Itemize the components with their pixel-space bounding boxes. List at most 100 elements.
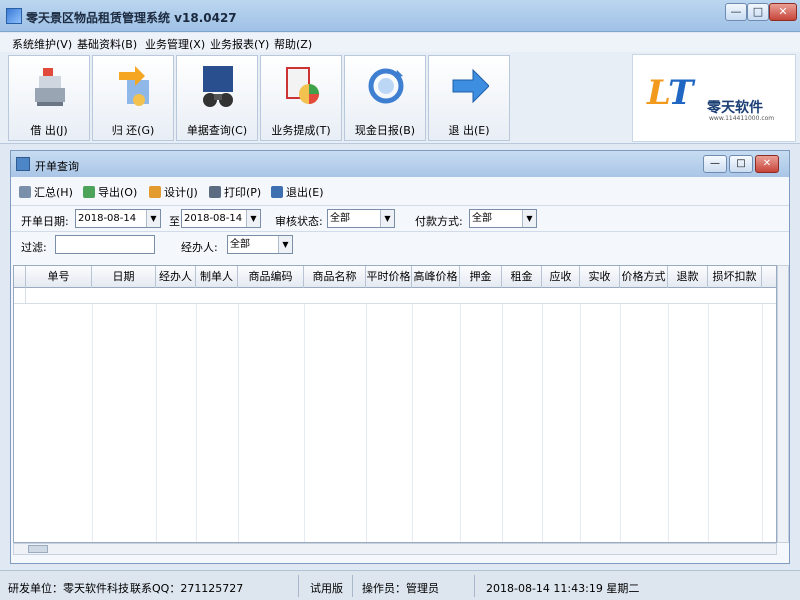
main-toolbar: 借 出(J) 归 还(G) 单据查询(C) 业务提成(T) 现金日报(B) 退 … [0,52,800,144]
grid-divider [542,304,543,542]
to-label: 至 [169,215,180,228]
design-button[interactable]: 设计(J) [149,184,198,200]
toolbar-lend-label: 借 出(J) [30,124,68,137]
document-icon [16,157,30,171]
toolbar-lend-button[interactable]: 借 出(J) [8,55,90,141]
toolbar-daily-report-label: 现金日报(B) [354,124,416,137]
status-separator [352,575,353,597]
printer-icon [209,186,221,198]
binoculars-icon [203,66,233,107]
grid-divider [620,304,621,542]
status-bar: 研发单位：零天软件科技 联系QQ：271125727 试用版 操作员：管理员 2… [0,570,800,600]
menu-system[interactable]: 系统维护(V) [12,36,72,52]
date-label: 开单日期: [21,215,69,228]
toolbar-query-label: 单据查询(C) [186,124,248,137]
print-button[interactable]: 打印(P) [209,184,261,200]
brand-logo: LT 零天软件 www.114411000.com [632,54,796,142]
status-qq: 联系QQ：271125727 [130,582,244,595]
exit-icon [271,186,283,198]
horizontal-scrollbar[interactable] [13,543,777,555]
column-header[interactable]: 制单人 [196,266,238,288]
table-row[interactable] [14,288,776,304]
pie-chart-icon [286,67,319,104]
status-operator: 操作员：管理员 [362,582,439,595]
child-exit-button[interactable]: 退出(E) [271,184,324,200]
menu-business[interactable]: 业务管理(X) [145,36,205,52]
toolbar-daily-report-button[interactable]: 现金日报(B) [344,55,426,141]
sum-icon [19,186,31,198]
date-to-select[interactable]: 2018-08-14 ▼ [181,209,261,228]
chevron-down-icon: ▼ [522,210,536,227]
filter-row-1: 开单日期: 2018-08-14 ▼ 至 2018-08-14 ▼ 审核状态: 全部… [11,205,789,231]
grid-divider [238,304,239,542]
toolbar-return-button[interactable]: 归 还(G) [92,55,174,141]
status-edition: 试用版 [310,582,343,595]
minimize-button[interactable]: — [725,3,747,21]
column-header[interactable]: 租金 [502,266,542,288]
child-maximize-button[interactable]: □ [729,155,753,173]
toolbar-commission-label: 业务提成(T) [271,124,331,137]
status-separator [474,575,475,597]
row-indicator [14,288,26,304]
summary-button[interactable]: 汇总(H) [19,184,73,200]
export-icon [83,186,95,198]
date-from-select[interactable]: 2018-08-14 ▼ [75,209,161,228]
logo-name: 零天软件 [707,100,763,116]
column-header[interactable]: 商品名称 [304,266,366,288]
vertical-scrollbar[interactable] [777,265,789,543]
toolbar-exit-button[interactable]: 退 出(E) [428,55,510,141]
toolbar-commission-button[interactable]: 业务提成(T) [260,55,342,141]
grid-divider [304,304,305,542]
menu-reports[interactable]: 业务报表(Y) [210,36,269,52]
chevron-down-icon: ▼ [246,210,260,227]
scroll-thumb[interactable] [28,545,48,553]
grid-divider [366,304,367,542]
grid-divider [460,304,461,542]
column-header[interactable]: 退款 [668,266,708,288]
column-header[interactable]: 商品编码 [238,266,304,288]
grid-divider [762,304,763,542]
column-header[interactable]: 价格方式 [620,266,668,288]
chevron-down-icon: ▼ [380,210,394,227]
child-close-button[interactable]: ✕ [755,155,779,173]
return-arrow-icon [119,66,149,106]
results-grid[interactable]: 单号 日期 经办人 制单人 商品编码 商品名称 平时价格 高峰价格 押金 租金 … [13,265,777,543]
toolbar-query-button[interactable]: 单据查询(C) [176,55,258,141]
column-header[interactable]: 经办人 [156,266,196,288]
grid-header: 单号 日期 经办人 制单人 商品编码 商品名称 平时价格 高峰价格 押金 租金 … [14,266,776,288]
grid-divider [668,304,669,542]
column-header[interactable]: 平时价格 [366,266,412,288]
main-window: 零天景区物品租赁管理系统 v18.0427 — □ ✕ 系统维护(V) 基础资料… [0,0,800,600]
filter-input[interactable] [55,235,155,254]
maximize-button[interactable]: □ [747,3,769,21]
payment-label: 付款方式: [415,215,463,228]
child-minimize-button[interactable]: — [703,155,727,173]
column-header[interactable]: 押金 [460,266,502,288]
column-header[interactable]: 实收 [580,266,620,288]
chevron-down-icon: ▼ [146,210,160,227]
app-icon [6,8,22,24]
handler-select[interactable]: 全部 ▼ [227,235,293,254]
audit-label: 审核状态: [275,215,323,228]
design-icon [149,186,161,198]
app-title: 零天景区物品租赁管理系统 v18.0427 [26,11,237,25]
grid-divider [92,304,93,542]
export-button[interactable]: 导出(O) [83,184,137,200]
column-header[interactable]: 应收 [542,266,580,288]
grid-divider [196,304,197,542]
status-separator [298,575,299,597]
menu-basic-data[interactable]: 基础资料(B) [77,36,137,52]
column-header[interactable]: 损坏扣款 [708,266,762,288]
column-header[interactable]: 单号 [26,266,92,288]
chevron-down-icon: ▼ [278,236,292,253]
menu-help[interactable]: 帮助(Z) [274,36,312,52]
close-button[interactable]: ✕ [769,3,797,21]
audit-select[interactable]: 全部 ▼ [327,209,395,228]
filter-row-2: 过滤: 经办人: 全部 ▼ [11,231,789,257]
filter-label: 过滤: [21,241,47,254]
column-header[interactable]: 日期 [92,266,156,288]
grid-divider [708,304,709,542]
column-header[interactable]: 高峰价格 [412,266,460,288]
action-toolbar: 汇总(H) 导出(O) 设计(J) 打印(P) 退出(E) [11,179,789,203]
payment-select[interactable]: 全部 ▼ [469,209,537,228]
